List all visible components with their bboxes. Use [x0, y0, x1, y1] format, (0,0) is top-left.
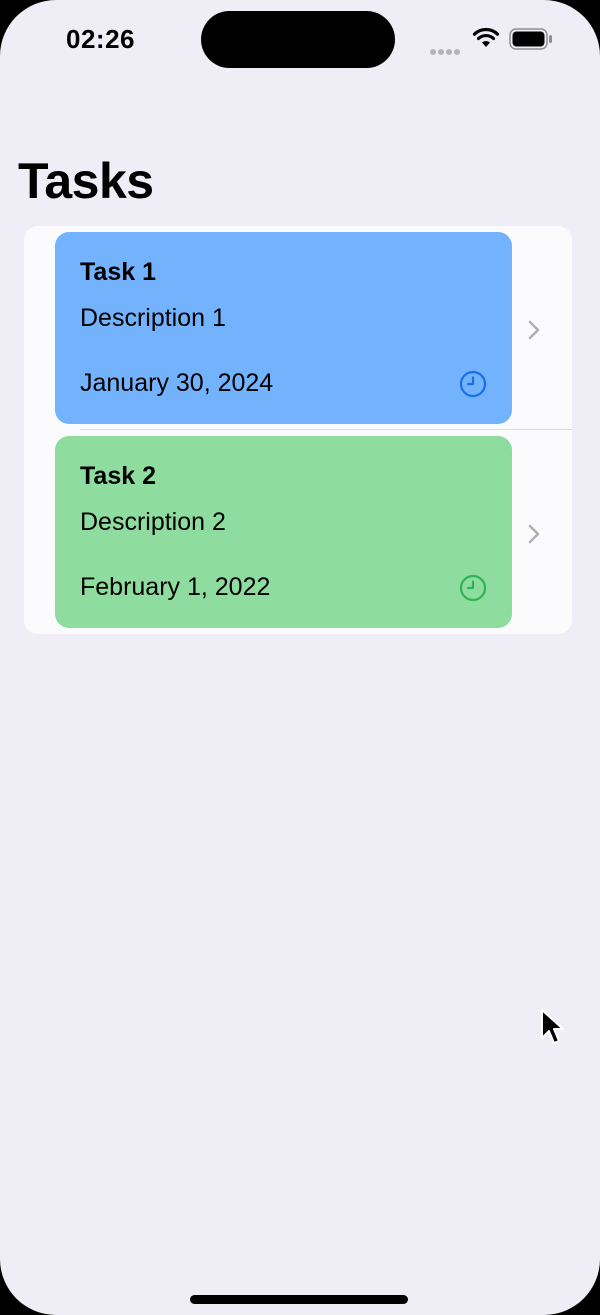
task-card[interactable]: Task 1 Description 1 January 30, 2024 — [55, 232, 512, 424]
page-title: Tasks — [18, 153, 154, 209]
status-bar: 02:26 — [0, 0, 600, 80]
task-list: Task 1 Description 1 January 30, 2024 Ta… — [24, 226, 572, 634]
clock-icon — [459, 574, 487, 602]
task-title: Task 1 — [80, 258, 156, 286]
task-description: Description 2 — [80, 508, 226, 536]
dynamic-island — [201, 11, 395, 68]
task-row[interactable]: Task 1 Description 1 January 30, 2024 — [24, 232, 572, 428]
chevron-right-icon — [528, 524, 540, 544]
battery-icon — [509, 28, 552, 50]
chevron-right-icon — [528, 320, 540, 340]
wifi-icon — [472, 27, 500, 47]
row-separator — [80, 429, 572, 430]
task-description: Description 1 — [80, 304, 226, 332]
cellular-signal-icon — [430, 42, 462, 60]
clock-icon — [459, 370, 487, 398]
task-date: January 30, 2024 — [80, 369, 274, 397]
task-date: February 1, 2022 — [80, 573, 271, 601]
home-indicator[interactable] — [190, 1295, 408, 1304]
mouse-pointer-icon — [541, 1009, 564, 1044]
status-time: 02:26 — [66, 24, 135, 54]
task-title: Task 2 — [80, 462, 156, 490]
phone-screen: 02:26 Tasks Task 1 Description 1 January… — [0, 0, 600, 1315]
task-card[interactable]: Task 2 Description 2 February 1, 2022 — [55, 436, 512, 628]
task-row[interactable]: Task 2 Description 2 February 1, 2022 — [24, 436, 572, 632]
